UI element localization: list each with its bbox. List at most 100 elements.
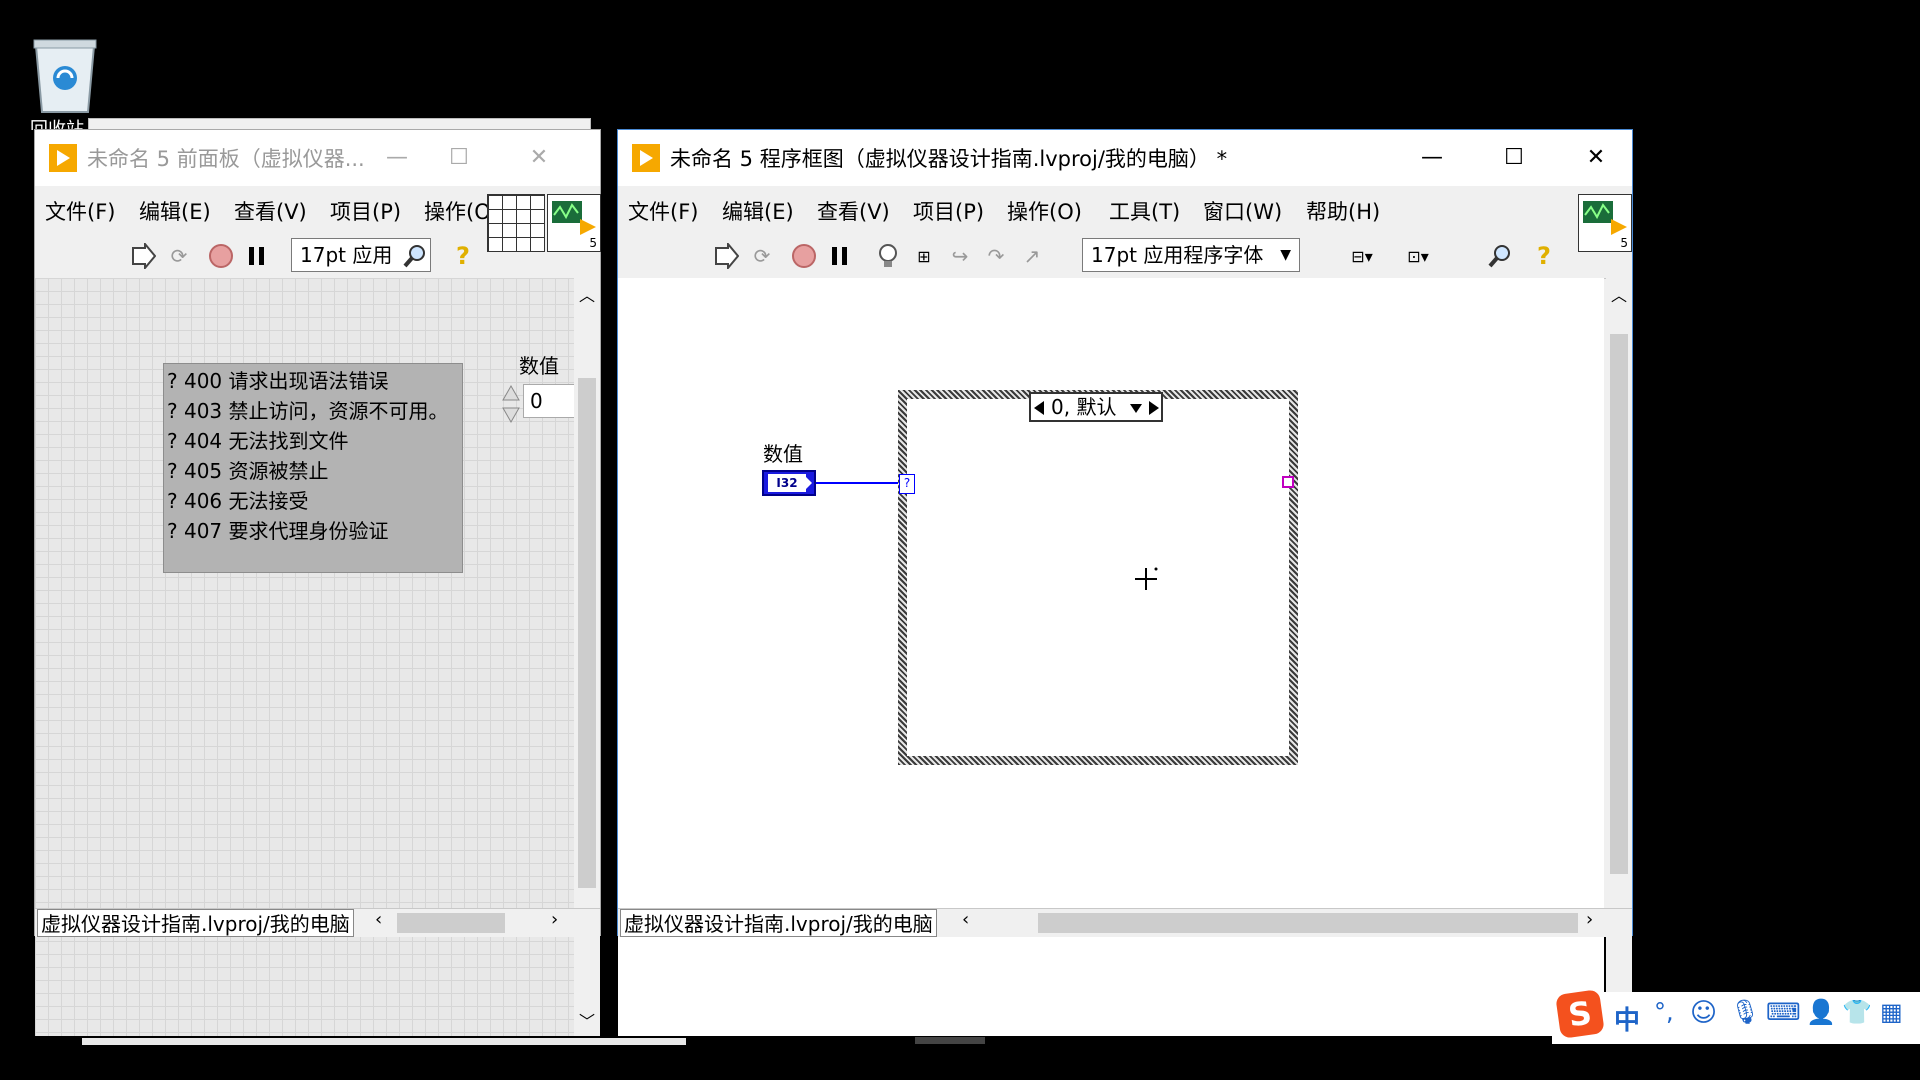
- minimize-button[interactable]: —: [1412, 140, 1452, 176]
- font-selector-value: 17pt 应用程序字体: [1091, 243, 1264, 267]
- microphone-icon[interactable]: 🎙: [1730, 998, 1760, 1026]
- font-selector[interactable]: 17pt 应用程序字体 ▼: [1082, 238, 1300, 272]
- scroll-down-icon[interactable]: ﹀: [579, 1008, 595, 1032]
- menu-edit[interactable]: 编辑(E): [139, 196, 211, 226]
- ime-lang[interactable]: 中: [1614, 1000, 1640, 1037]
- numeric-value: 0: [530, 389, 543, 413]
- menu-view[interactable]: 查看(V): [234, 196, 307, 226]
- menu-tools[interactable]: 工具(T): [1109, 196, 1180, 226]
- hscroll-left-icon[interactable]: ‹: [375, 909, 382, 930]
- search-icon[interactable]: [1486, 242, 1514, 270]
- menu-project[interactable]: 项目(P): [330, 196, 401, 226]
- menu-operate[interactable]: 操作(O: [424, 196, 491, 226]
- menu-operate[interactable]: 操作(O): [1007, 196, 1082, 226]
- case-selector[interactable]: 0, 默认: [1029, 392, 1163, 422]
- help-icon[interactable]: ?: [449, 242, 477, 270]
- block-diagram-titlebar[interactable]: 未命名 5 程序框图（虚拟仪器设计指南.lvproj/我的电脑） * — ☐ ✕: [618, 130, 1632, 186]
- vi-icon[interactable]: 5: [547, 194, 601, 252]
- run-arrow-icon[interactable]: [129, 242, 157, 270]
- hscroll-thumb[interactable]: [397, 913, 505, 933]
- abort-icon[interactable]: [790, 242, 818, 270]
- wire[interactable]: [816, 482, 900, 484]
- hscroll-left-icon[interactable]: ‹: [962, 909, 969, 930]
- hscroll-thumb[interactable]: [1038, 913, 1578, 933]
- maximize-button[interactable]: ☐: [1494, 140, 1534, 176]
- numeric-label: 数值: [519, 354, 559, 378]
- step-out-icon[interactable]: ↗: [1018, 242, 1046, 270]
- list-item[interactable]: ? 407 要求代理身份验证: [164, 516, 462, 546]
- window-indicator: [915, 1037, 985, 1044]
- align-objects-icon[interactable]: ⊟▾: [1348, 242, 1376, 270]
- output-tunnel[interactable]: [1282, 476, 1294, 488]
- skin-shirt-icon[interactable]: 👕: [1842, 998, 1872, 1026]
- punctuation-icon[interactable]: °,: [1654, 998, 1674, 1026]
- status-bar: 虚拟仪器设计指南.lvproj/我的电脑 ‹ ›: [618, 908, 1632, 937]
- menu-help[interactable]: 帮助(H): [1306, 196, 1380, 226]
- front-panel-window: 未命名 5 前面板（虚拟仪器... — ☐ ✕ 文件(F) 编辑(E) 查看(V…: [34, 129, 601, 1036]
- project-path[interactable]: 虚拟仪器设计指南.lvproj/我的电脑: [620, 909, 937, 937]
- emoji-icon[interactable]: ☺: [1690, 998, 1717, 1028]
- list-item[interactable]: ? 406 无法接受: [164, 486, 462, 516]
- numeric-control[interactable]: 0: [523, 384, 577, 418]
- menu-file[interactable]: 文件(F): [628, 196, 698, 226]
- step-over-icon[interactable]: ↷: [982, 242, 1010, 270]
- case-structure-interior[interactable]: [907, 399, 1289, 756]
- retain-wire-values-icon[interactable]: ⊞: [910, 242, 938, 270]
- decrement-arrow-icon[interactable]: [1034, 401, 1044, 415]
- case-selector-value: 0, 默认: [1051, 395, 1117, 419]
- scroll-up-icon[interactable]: ︿: [1611, 282, 1627, 306]
- scroll-thumb[interactable]: [1610, 334, 1628, 874]
- font-selector-value: 17pt 应用: [300, 243, 393, 267]
- front-panel-title: 未命名 5 前面板（虚拟仪器...: [87, 147, 365, 171]
- front-panel-titlebar[interactable]: 未命名 5 前面板（虚拟仪器... — ☐ ✕: [35, 130, 600, 186]
- pause-icon[interactable]: [826, 242, 854, 270]
- toolbox-grid-icon[interactable]: ▦: [1880, 998, 1903, 1026]
- menu-window[interactable]: 窗口(W): [1203, 196, 1282, 226]
- help-icon[interactable]: ?: [1530, 242, 1558, 270]
- maximize-button[interactable]: ☐: [439, 140, 479, 176]
- list-item[interactable]: ? 405 资源被禁止: [164, 456, 462, 486]
- numeric-increment-arrows[interactable]: [501, 382, 521, 426]
- step-into-icon[interactable]: ↪: [946, 242, 974, 270]
- sogou-logo-icon[interactable]: S: [1555, 989, 1605, 1039]
- status-bar: 虚拟仪器设计指南.lvproj/我的电脑 ‹ ›: [35, 908, 600, 937]
- search-icon[interactable]: [401, 242, 429, 270]
- vi-icon-badge: 5: [589, 236, 597, 250]
- vi-icon[interactable]: 5: [1578, 194, 1632, 252]
- highlight-execution-icon[interactable]: [874, 242, 902, 270]
- menu-view[interactable]: 查看(V): [817, 196, 890, 226]
- list-item[interactable]: ? 400 请求出现语法错误: [164, 366, 462, 396]
- menu-project[interactable]: 项目(P): [913, 196, 984, 226]
- hscroll-right-icon[interactable]: ›: [551, 909, 558, 930]
- scroll-up-icon[interactable]: ︿: [579, 282, 595, 306]
- list-item[interactable]: ? 404 无法找到文件: [164, 426, 462, 456]
- list-item[interactable]: ? 403 禁止访问，资源不可用。: [164, 396, 462, 426]
- keyboard-icon[interactable]: ⌨: [1766, 998, 1801, 1026]
- close-button[interactable]: ✕: [1576, 140, 1616, 176]
- chevron-down-icon[interactable]: [1130, 404, 1142, 413]
- hscroll-right-icon[interactable]: ›: [1586, 909, 1593, 930]
- listbox[interactable]: ? 400 请求出现语法错误 ? 403 禁止访问，资源不可用。 ? 404 无…: [163, 363, 463, 573]
- crosshair-cursor-icon: [1134, 566, 1160, 592]
- ime-toolbar: S 中 °, ☺ 🎙 ⌨ 👤 👕 ▦: [1552, 989, 1920, 1044]
- block-diagram-window: 未命名 5 程序框图（虚拟仪器设计指南.lvproj/我的电脑） * — ☐ ✕…: [617, 129, 1633, 1036]
- minimize-button[interactable]: —: [377, 140, 417, 176]
- run-continuously-icon[interactable]: ⟳: [748, 242, 776, 270]
- menu-edit[interactable]: 编辑(E): [722, 196, 794, 226]
- case-selector-terminal[interactable]: ?: [899, 474, 915, 494]
- block-diagram-toolbar: ⟳ ⊞ ↪ ↷ ↗ 17pt 应用程序字体 ▼ ⊟▾ ⊡▾ ?: [618, 234, 1632, 279]
- project-path[interactable]: 虚拟仪器设计指南.lvproj/我的电脑: [37, 909, 354, 937]
- connector-pane-icon[interactable]: [487, 194, 545, 252]
- abort-icon[interactable]: [207, 242, 235, 270]
- user-icon[interactable]: 👤: [1806, 998, 1836, 1026]
- numeric-terminal[interactable]: I32: [762, 470, 816, 496]
- close-button[interactable]: ✕: [519, 140, 559, 176]
- scroll-thumb[interactable]: [578, 378, 596, 888]
- distribute-objects-icon[interactable]: ⊡▾: [1404, 242, 1432, 270]
- menu-file[interactable]: 文件(F): [45, 196, 115, 226]
- run-continuously-icon[interactable]: ⟳: [165, 242, 193, 270]
- recycle-bin-icon[interactable]: [30, 36, 100, 116]
- pause-icon[interactable]: [243, 242, 271, 270]
- increment-arrow-icon[interactable]: [1149, 401, 1159, 415]
- run-arrow-icon[interactable]: [712, 242, 740, 270]
